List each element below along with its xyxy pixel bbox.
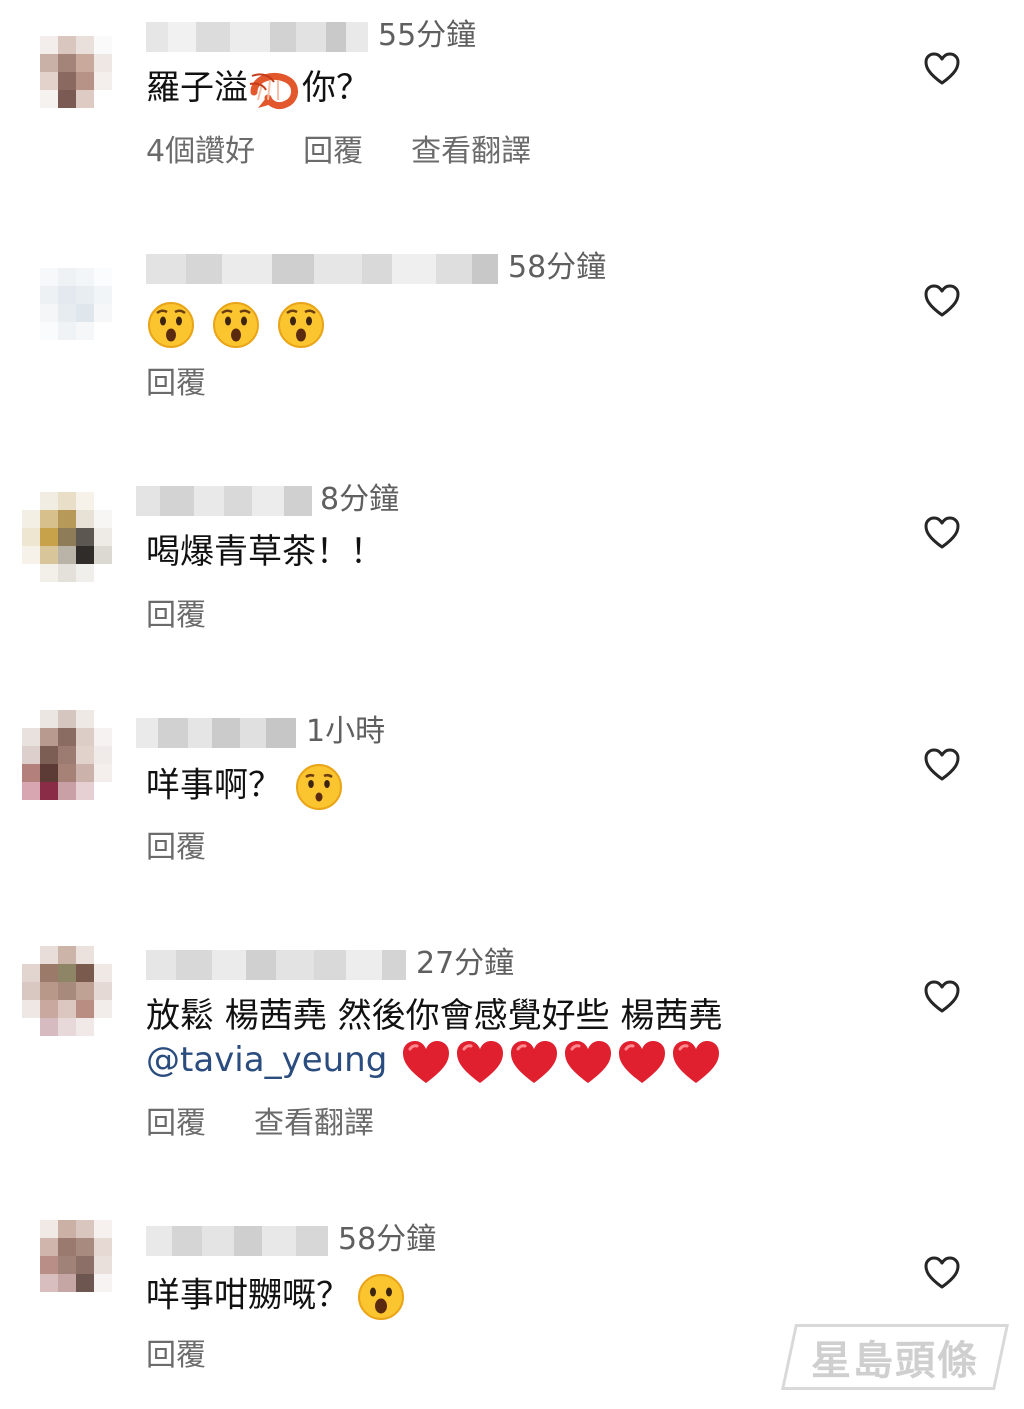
reply-button[interactable]: 回覆 [146, 1338, 206, 1374]
avatar[interactable] [40, 36, 112, 108]
see-translation-button[interactable]: 查看翻譯 [254, 1106, 374, 1142]
publisher-watermark-logo: 星島頭條 [780, 1324, 1010, 1390]
username-blurred[interactable] [136, 486, 312, 516]
comment-actions: 回覆 [146, 598, 206, 634]
timestamp: 8分鐘 [320, 482, 400, 517]
comment-text: 羅子溢 你？ [146, 68, 370, 109]
hushed-face-emoji [212, 302, 259, 348]
comment-text: 咩事啊？ [146, 762, 344, 812]
heart-outline-icon[interactable] [924, 980, 960, 1014]
username-blurred[interactable] [146, 254, 498, 284]
avatar[interactable] [40, 1220, 112, 1292]
username-blurred[interactable] [146, 1226, 328, 1256]
comment-actions: 回覆 [146, 366, 206, 402]
see-translation-button[interactable]: 查看翻譯 [411, 134, 531, 170]
timestamp: 58分鐘 [508, 250, 607, 285]
comment-text: 放鬆 楊茜堯 然後你會感覺好些 楊茜堯 [146, 996, 723, 1036]
heart-outline-icon[interactable] [924, 748, 960, 782]
shrimp-emoji [249, 72, 298, 109]
hushed-face-emoji [148, 302, 194, 348]
comment-actions: 回覆 [146, 1338, 206, 1374]
comment-text: 喝爆青草茶！！ [146, 532, 384, 572]
mention-link[interactable]: @tavia_yeung [146, 1040, 387, 1080]
timestamp: 1小時 [306, 714, 386, 749]
avatar[interactable] [40, 268, 112, 340]
reply-button[interactable]: 回覆 [146, 598, 206, 634]
username-blurred[interactable] [146, 22, 368, 52]
heart-outline-icon[interactable] [924, 284, 960, 318]
red-heart-emoji [673, 1040, 720, 1083]
comment-text: 咩事咁嬲嘅？ [146, 1272, 406, 1322]
avatar[interactable] [22, 946, 112, 1036]
timestamp: 58分鐘 [338, 1222, 437, 1257]
heart-outline-icon[interactable] [924, 52, 960, 86]
reply-button[interactable]: 回覆 [146, 830, 206, 866]
username-blurred[interactable] [136, 718, 296, 748]
comment-actions: 回覆 [146, 830, 206, 866]
reply-button[interactable]: 回覆 [303, 134, 363, 170]
comment-text-line-2: @tavia_yeung [146, 1038, 721, 1085]
red-heart-emoji-row [401, 1040, 721, 1083]
hushed-face-emoji [296, 764, 342, 810]
red-heart-emoji [619, 1040, 666, 1083]
heart-outline-icon[interactable] [924, 1256, 960, 1290]
heart-outline-icon[interactable] [924, 516, 960, 550]
reply-button[interactable]: 回覆 [146, 1106, 206, 1142]
comment-actions: 4個讚好 回覆 查看翻譯 [146, 134, 531, 170]
red-heart-emoji [403, 1040, 450, 1083]
avatar[interactable] [22, 710, 112, 800]
red-heart-emoji [565, 1040, 612, 1083]
red-heart-emoji [511, 1040, 558, 1083]
comment-text [146, 300, 326, 350]
hushed-face-emoji [277, 302, 324, 348]
reply-button[interactable]: 回覆 [146, 366, 206, 402]
astonished-face-emoji [358, 1274, 404, 1320]
likes-count[interactable]: 4個讚好 [146, 134, 255, 170]
timestamp: 27分鐘 [416, 946, 515, 981]
red-heart-emoji [457, 1040, 504, 1083]
comment-actions: 回覆 查看翻譯 [146, 1106, 374, 1142]
timestamp: 55分鐘 [378, 18, 477, 53]
avatar[interactable] [22, 492, 112, 582]
username-blurred[interactable] [146, 950, 406, 980]
